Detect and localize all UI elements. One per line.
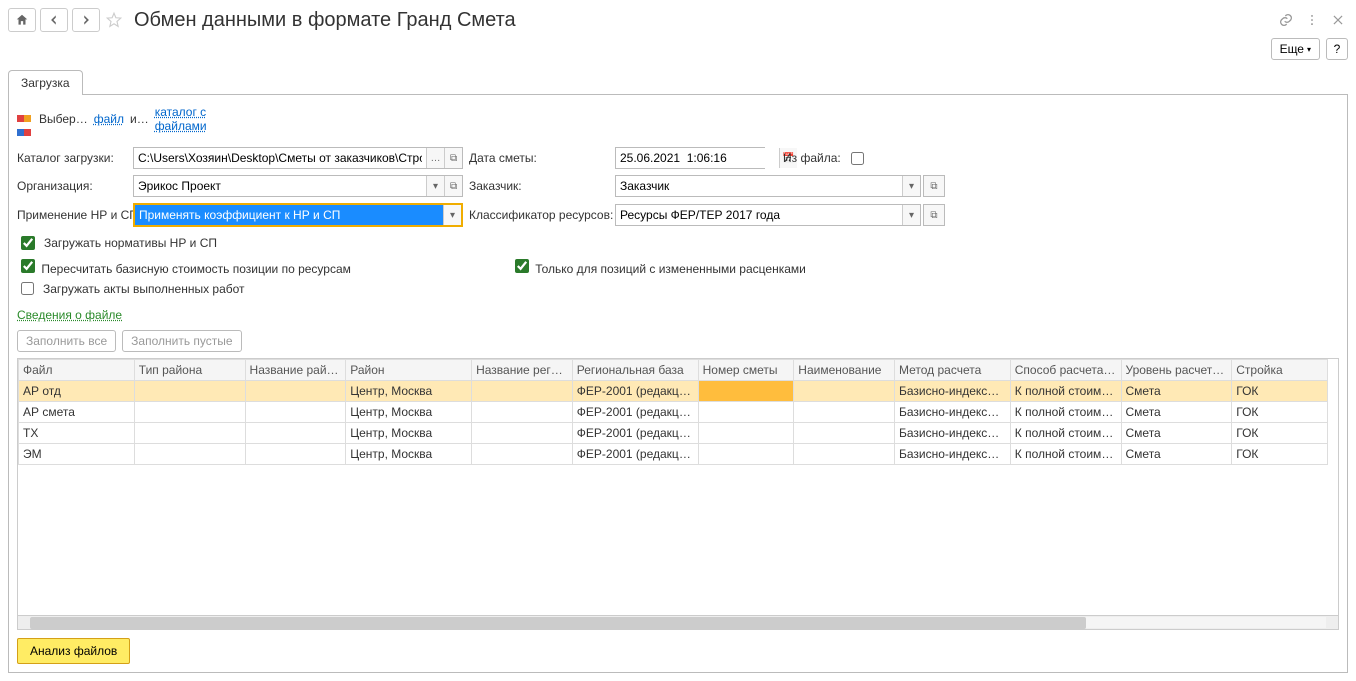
load-dir-input[interactable] xyxy=(134,148,426,168)
page-title: Обмен данными в формате Гранд Смета xyxy=(134,9,1272,32)
col-header[interactable]: Файл xyxy=(19,360,135,381)
table-row[interactable]: АР сметаЦентр, МоскваФЕР-2001 (редакция … xyxy=(19,402,1328,423)
fill-empty-button[interactable]: Заполнить пустые xyxy=(122,330,241,352)
nr-sp-input[interactable] xyxy=(135,205,443,225)
chk-only-changed[interactable] xyxy=(515,259,529,273)
col-header[interactable]: Район xyxy=(346,360,472,381)
tab-load[interactable]: Загрузка xyxy=(8,70,83,95)
titlebar: Обмен данными в формате Гранд Смета xyxy=(8,8,1348,32)
back-button[interactable] xyxy=(40,8,68,32)
table-row[interactable]: АР отдЦентр, МоскваФЕР-2001 (редакция …Б… xyxy=(19,381,1328,402)
kebab-icon[interactable] xyxy=(1302,10,1322,30)
top-actions: Еще ▾ ? xyxy=(8,38,1348,60)
files-table[interactable]: ФайлТип районаНазвание районаРайонНазван… xyxy=(18,359,1328,465)
from-file-checkbox[interactable] xyxy=(851,152,864,165)
file-color-icon xyxy=(17,111,33,127)
col-header[interactable]: Метод расчета xyxy=(894,360,1010,381)
file-chooser-line: Выбер… файл и… каталог с файлами xyxy=(17,105,1339,133)
col-header[interactable]: Номер сметы xyxy=(698,360,794,381)
customer-field[interactable]: ▾ xyxy=(615,175,921,197)
label-classifier: Классификатор ресурсов: xyxy=(469,208,609,222)
open-button[interactable]: ⧉ xyxy=(444,148,462,168)
col-header[interactable]: Способ расчета и… xyxy=(1010,360,1121,381)
more-button[interactable]: Еще ▾ xyxy=(1271,38,1320,60)
ellipsis-button[interactable]: … xyxy=(426,148,444,168)
date-field[interactable]: 📅 xyxy=(615,147,765,169)
dropdown-button[interactable]: ▾ xyxy=(443,205,461,225)
table-row[interactable]: ТХЦентр, МоскваФЕР-2001 (редакция …Базис… xyxy=(19,423,1328,444)
chk-load-acts-label: Загружать акты выполненных работ xyxy=(43,282,245,296)
col-header[interactable]: Название района xyxy=(245,360,346,381)
label-date: Дата сметы: xyxy=(469,151,609,165)
close-icon[interactable] xyxy=(1328,10,1348,30)
load-dir-field[interactable]: … ⧉ xyxy=(133,147,463,169)
checkboxes: Загружать нормативы НР и СП Пересчитать … xyxy=(17,233,1339,298)
col-header[interactable]: Название региона xyxy=(472,360,573,381)
col-header[interactable]: Региональная база xyxy=(572,360,698,381)
main-pane: Выбер… файл и… каталог с файлами Каталог… xyxy=(8,95,1348,673)
col-header[interactable]: Наименование xyxy=(794,360,895,381)
form-grid: Каталог загрузки: … ⧉ Дата сметы: 📅 Из ф… xyxy=(17,147,1339,227)
table-row[interactable]: ЭМЦентр, МоскваФЕР-2001 (редакция …Базис… xyxy=(19,444,1328,465)
label-org: Организация: xyxy=(17,179,127,193)
star-icon[interactable] xyxy=(104,10,124,30)
chk-load-norms-label: Загружать нормативы НР и СП xyxy=(44,236,217,250)
analyze-button[interactable]: Анализ файлов xyxy=(17,638,130,664)
org-field[interactable]: ▾ ⧉ xyxy=(133,175,463,197)
chk-load-acts[interactable] xyxy=(21,282,34,295)
col-header[interactable]: Уровень расчета … xyxy=(1121,360,1232,381)
open-button[interactable]: ⧉ xyxy=(444,176,462,196)
link-icon[interactable] xyxy=(1276,10,1296,30)
fill-all-button[interactable]: Заполнить все xyxy=(17,330,116,352)
customer-input[interactable] xyxy=(616,176,902,196)
classifier-input[interactable] xyxy=(616,205,902,225)
dropdown-button[interactable]: ▾ xyxy=(902,205,920,225)
tabs: Загрузка xyxy=(8,70,1348,95)
forward-button[interactable] xyxy=(72,8,100,32)
label-from-file: Из файла: xyxy=(783,151,841,165)
table-wrap: ФайлТип районаНазвание районаРайонНазван… xyxy=(17,358,1339,616)
col-header[interactable]: Стройка xyxy=(1232,360,1328,381)
org-input[interactable] xyxy=(134,176,426,196)
chk-recalc-label: Пересчитать базисную стоимость позиции п… xyxy=(41,262,351,276)
action-row: Заполнить все Заполнить пустые xyxy=(17,330,1339,352)
nr-sp-field[interactable]: ▾ xyxy=(133,203,463,227)
help-button[interactable]: ? xyxy=(1326,38,1348,60)
label-customer: Заказчик: xyxy=(469,179,609,193)
date-input[interactable] xyxy=(616,148,779,168)
select-label: Выбер… xyxy=(39,112,88,126)
classifier-field[interactable]: ▾ xyxy=(615,204,921,226)
chk-load-norms[interactable] xyxy=(21,236,35,250)
open-ext-button[interactable]: ⧉ xyxy=(923,204,945,226)
label-load-dir: Каталог загрузки: xyxy=(17,151,127,165)
chk-only-changed-label: Только для позиций с измененными расценк… xyxy=(535,262,806,276)
label-nr-sp: Применение НР и СП: xyxy=(17,208,127,222)
chk-recalc[interactable] xyxy=(21,259,35,273)
file-link[interactable]: файл xyxy=(94,112,124,126)
h-scrollbar[interactable] xyxy=(17,616,1339,630)
folder-link[interactable]: каталог с файлами xyxy=(155,105,225,133)
col-header[interactable]: Тип района xyxy=(134,360,245,381)
home-button[interactable] xyxy=(8,8,36,32)
open-ext-button[interactable]: ⧉ xyxy=(923,175,945,197)
dropdown-button[interactable]: ▾ xyxy=(902,176,920,196)
file-info-link[interactable]: Сведения о файле xyxy=(17,308,122,322)
or-label: и… xyxy=(130,112,149,126)
dropdown-button[interactable]: ▾ xyxy=(426,176,444,196)
